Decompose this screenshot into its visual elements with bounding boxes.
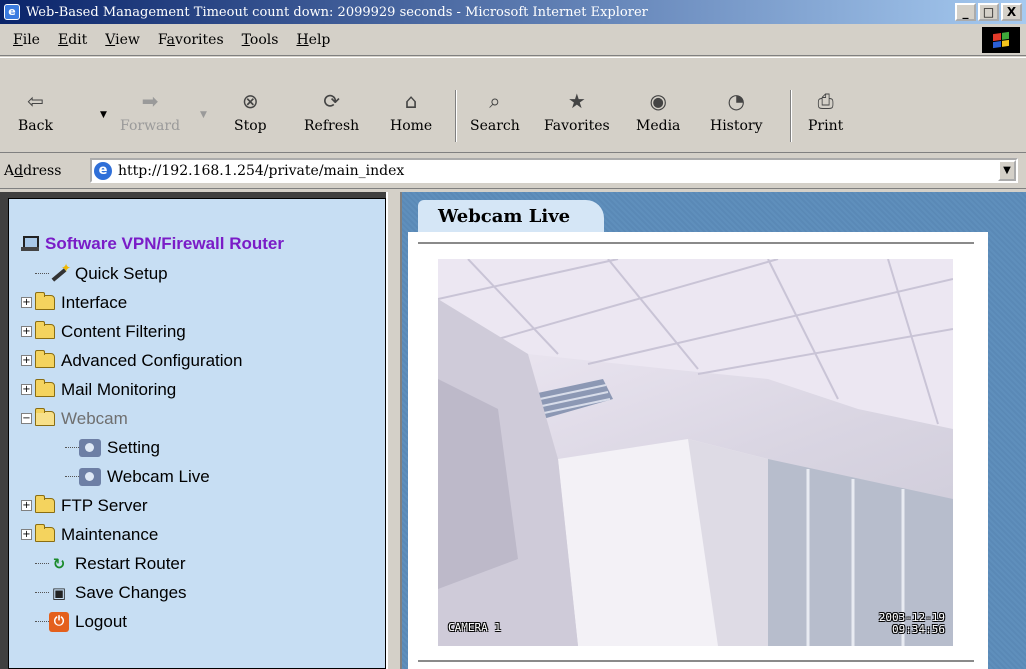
close-button[interactable]: X [1001,3,1022,21]
folder-icon [35,379,55,397]
minimize-button[interactable]: _ [955,3,976,21]
divider [418,242,974,244]
sidebar-item-ftp-server[interactable]: + FTP Server [21,491,284,520]
sidebar-item-setting[interactable]: Setting [65,433,284,462]
stop-button[interactable]: ⊗ Stop [234,88,267,148]
sidebar-item-webcam[interactable]: − Webcam [21,404,284,433]
webcam-video-feed: CAMERA 1 2003-12-19 09:34:56 [438,259,953,646]
save-disk-icon: ▣ [51,583,67,602]
printer-icon: ⎙ [817,89,834,113]
expand-icon[interactable]: + [21,500,32,511]
expand-icon[interactable]: + [21,529,32,540]
media-button[interactable]: ◉ Media [636,88,680,148]
expand-icon[interactable]: + [21,297,32,308]
collapse-icon[interactable]: − [21,413,32,424]
menu-tools[interactable]: Tools [233,32,288,48]
tab-webcam-live[interactable]: Webcam Live [418,200,605,232]
sidebar-item-restart-router[interactable]: ↻ Restart Router [35,549,284,578]
menu-bar: File Edit View Favorites Tools Help [0,24,1026,56]
open-folder-icon [35,408,55,426]
sidebar-item-save-changes[interactable]: ▣ Save Changes [35,578,284,607]
sidebar-item-mail-monitoring[interactable]: + Mail Monitoring [21,375,284,404]
search-icon: ⌕ [489,89,501,113]
computer-icon [21,236,39,252]
media-icon: ◉ [649,89,667,113]
toolbar-separator [455,90,457,142]
windows-logo-icon [982,27,1020,53]
page-content: Software VPN/Firewall Router Quick Setup… [0,192,1026,669]
navigation-frame: Software VPN/Firewall Router Quick Setup… [8,198,386,669]
folder-icon [35,495,55,513]
tree-root[interactable]: Software VPN/Firewall Router [21,229,284,259]
ie-app-icon: e [4,4,20,20]
forward-button[interactable]: ➡ Forward [120,88,180,148]
title-bar: e Web-Based Management Timeout count dow… [0,0,1026,24]
main-frame: Webcam Live CAMERA 1 2003-12-19 09:34:56 [402,192,1026,669]
restart-icon: ↻ [52,554,66,573]
menu-edit[interactable]: Edit [49,32,96,48]
back-button[interactable]: ⇦ Back [18,88,53,148]
sidebar-item-logout[interactable]: ⏻ Logout [35,607,284,636]
webcam-image [438,259,953,646]
history-button[interactable]: ◔ History [710,88,763,148]
forward-arrow-icon: ➡ [141,89,159,113]
power-icon: ⏻ [49,611,69,632]
menu-file[interactable]: File [4,32,49,48]
menu-view[interactable]: View [96,32,149,48]
webcam-panel: CAMERA 1 2003-12-19 09:34:56 [408,232,988,669]
divider [418,660,974,662]
sidebar-item-content-filtering[interactable]: + Content Filtering [21,317,284,346]
sidebar-item-quick-setup[interactable]: Quick Setup [35,259,284,288]
timestamp-time: 09:34:56 [892,623,945,636]
expand-icon[interactable]: + [21,355,32,366]
back-arrow-icon: ⇦ [27,89,44,113]
address-url: http://192.168.1.254/private/main_index [118,162,405,179]
address-dropdown-button[interactable]: ▼ [998,160,1016,181]
address-label: Address [4,162,62,179]
refresh-button[interactable]: ⟳ Refresh [304,88,359,148]
search-button[interactable]: ⌕ Search [470,88,520,148]
home-icon: ⌂ [404,89,418,113]
timestamp: 2003-12-19 09:34:56 [879,612,945,636]
frame-splitter[interactable] [386,192,402,669]
home-button[interactable]: ⌂ Home [390,88,432,148]
address-input[interactable]: e http://192.168.1.254/private/main_inde… [90,158,1018,183]
favorites-folder-icon: ★ [567,89,586,113]
history-icon: ◔ [727,89,745,113]
window-title: Web-Based Management Timeout count down:… [26,4,648,20]
navigation-tree: Software VPN/Firewall Router Quick Setup… [21,229,284,636]
sidebar-item-webcam-live[interactable]: Webcam Live [65,462,284,491]
expand-icon[interactable]: + [21,326,32,337]
folder-icon [35,292,55,310]
ie-page-icon: e [94,161,112,180]
toolbar: ⇦ Back ▼ ➡ Forward ▼ ⊗ Stop ⟳ Refresh ⌂ … [0,57,1026,153]
webcam-icon [79,467,101,486]
print-button[interactable]: ⎙ Print [808,88,843,148]
folder-icon [35,350,55,368]
forward-dropdown-icon[interactable]: ▼ [200,110,207,120]
address-bar: Address e http://192.168.1.254/private/m… [0,153,1026,189]
refresh-icon: ⟳ [323,89,340,113]
folder-icon [35,524,55,542]
maximize-button[interactable]: □ [978,3,999,21]
stop-icon: ⊗ [241,89,259,113]
webcam-icon [79,438,101,457]
menu-favorites[interactable]: Favorites [149,32,233,48]
expand-icon[interactable]: + [21,384,32,395]
sidebar-item-interface[interactable]: + Interface [21,288,284,317]
sidebar-item-advanced-configuration[interactable]: + Advanced Configuration [21,346,284,375]
folder-icon [35,321,55,339]
back-dropdown-icon[interactable]: ▼ [100,110,107,120]
sidebar-item-maintenance[interactable]: + Maintenance [21,520,284,549]
magic-wand-icon [49,261,71,283]
favorites-button[interactable]: ★ Favorites [544,88,610,148]
menu-help[interactable]: Help [287,32,339,48]
camera-label: CAMERA 1 [448,621,501,634]
toolbar-separator [790,90,792,142]
